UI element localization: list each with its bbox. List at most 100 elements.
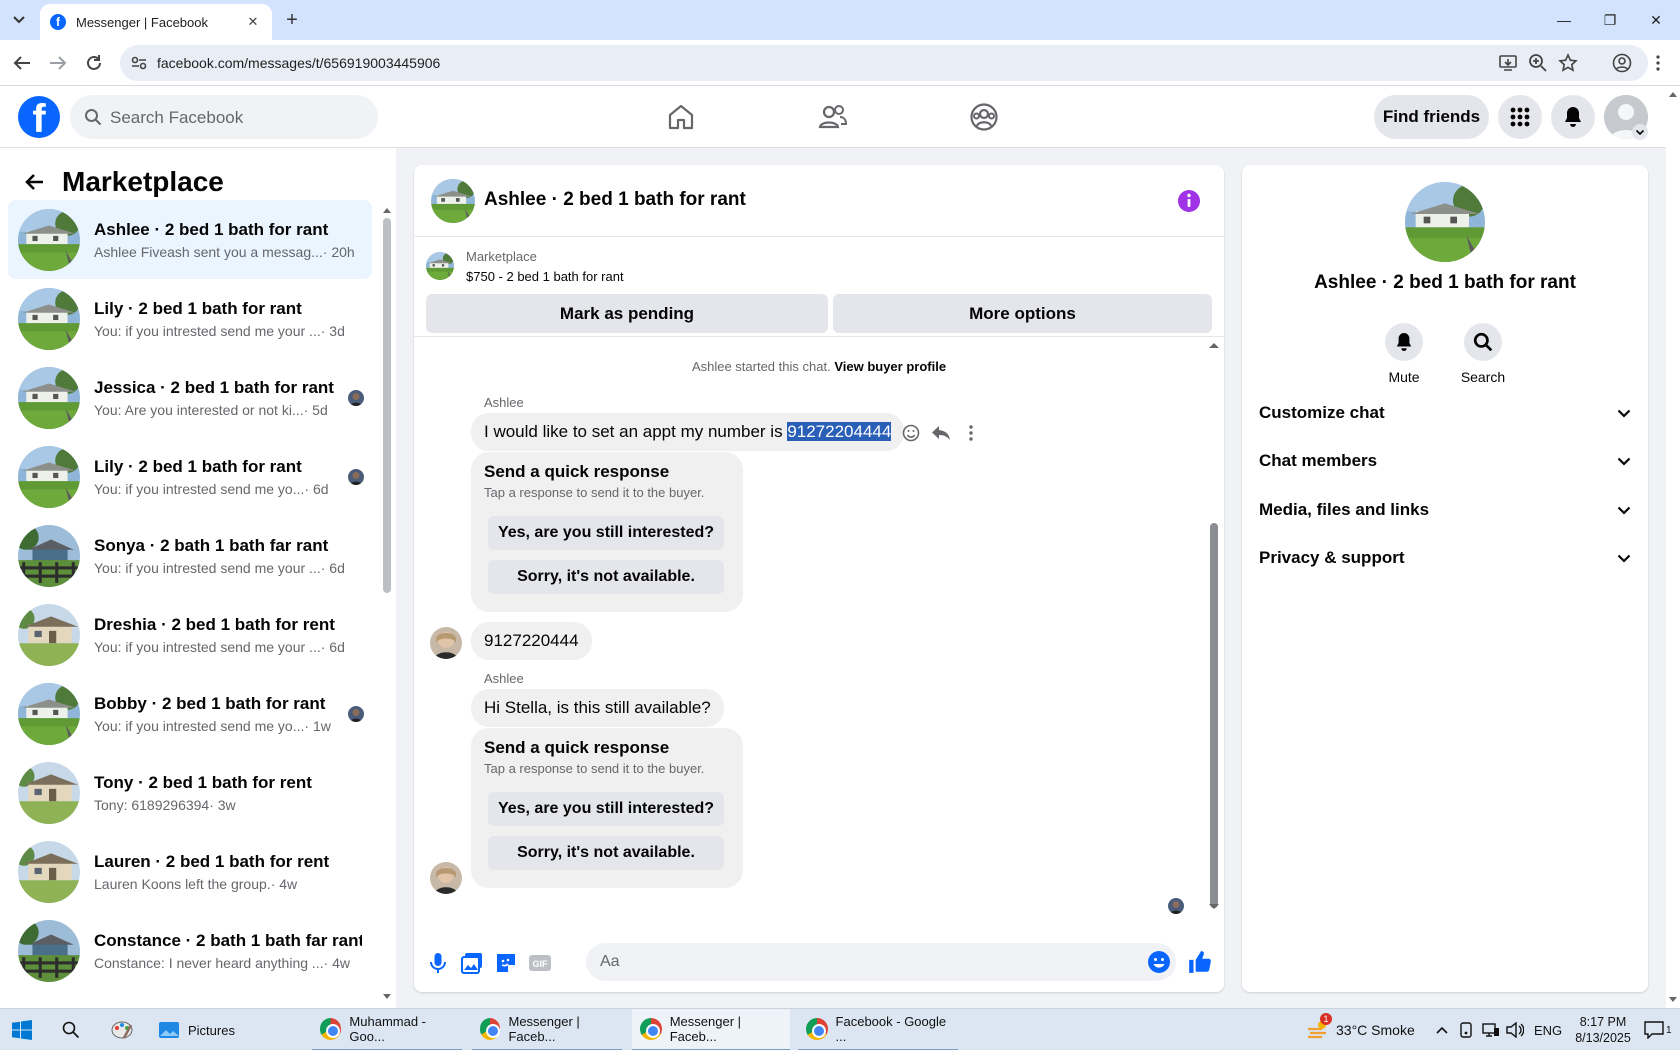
microphone-icon[interactable] <box>426 951 450 975</box>
menu-button[interactable] <box>1498 95 1542 139</box>
scroll-up-icon[interactable] <box>1668 90 1678 98</box>
sender-avatar[interactable] <box>430 627 462 659</box>
address-bar[interactable]: facebook.com/messages/t/656919003445906 <box>120 45 1648 81</box>
volume-button[interactable] <box>1506 1009 1524 1050</box>
browser-menu-button[interactable] <box>1646 51 1670 75</box>
scroll-down-icon[interactable] <box>1668 996 1678 1004</box>
view-buyer-profile-link[interactable]: View buyer profile <box>834 359 946 374</box>
page-scrollbar[interactable] <box>1666 86 1680 1008</box>
quick-reply-interested-button[interactable]: Yes, are you still interested? <box>488 516 724 550</box>
minimize-button[interactable]: — <box>1541 6 1587 34</box>
message-bubble[interactable]: 9127220444 <box>471 622 592 660</box>
emoji-icon[interactable] <box>1147 950 1171 974</box>
scroll-down-icon[interactable] <box>1208 903 1220 911</box>
taskbar-search-button[interactable] <box>62 1009 80 1050</box>
listing-thumbnail[interactable] <box>426 252 454 280</box>
conversation-item[interactable]: Sonya · 2 bath 1 bath far rant You: if yo… <box>8 516 372 595</box>
taskbar-app-chrome-2[interactable]: Messenger | Faceb... <box>472 1009 622 1050</box>
like-thumbs-up-icon[interactable] <box>1187 949 1213 975</box>
paint-app-button[interactable] <box>110 1009 134 1050</box>
network-button[interactable] <box>1482 1009 1500 1050</box>
chat-scrollbar[interactable] <box>1208 337 1220 915</box>
reload-button[interactable] <box>82 51 106 75</box>
message-bubble[interactable]: I would like to set an appt my number is… <box>471 413 905 451</box>
conversation-item[interactable]: Constance · 2 bath 1 bath far rant Consta… <box>8 911 372 990</box>
start-button[interactable] <box>12 1009 32 1050</box>
message-bubble[interactable]: Hi Stella, is this still available? <box>471 689 724 727</box>
conversation-item[interactable]: Lily · 2 bed 1 bath for rant You: if you … <box>8 437 372 516</box>
more-message-options-button[interactable] <box>961 423 981 443</box>
clock[interactable]: 8:17 PM 8/13/2025 <box>1570 1009 1636 1050</box>
tray-app-icon[interactable] <box>1458 1009 1474 1050</box>
chat-title[interactable]: Ashlee · 2 bed 1 bath for rant <box>484 189 746 211</box>
taskbar-app-chrome-1[interactable]: Muhammad - Goo... <box>312 1009 462 1050</box>
profile-avatar[interactable] <box>1405 182 1485 262</box>
forward-button[interactable] <box>46 51 70 75</box>
privacy-support-section[interactable]: Privacy & support <box>1259 538 1631 578</box>
friends-icon[interactable] <box>817 101 849 133</box>
conversation-item[interactable]: Jessica · 2 bed 1 bath for rant You: Are … <box>8 358 372 437</box>
more-options-button[interactable]: More options <box>833 294 1212 333</box>
conversation-scrollbar[interactable] <box>382 206 392 1001</box>
quick-reply-not-available-button[interactable]: Sorry, it's not available. <box>488 560 724 594</box>
taskbar-app-chrome-4[interactable]: Facebook - Google ... <box>798 1009 958 1050</box>
find-friends-button[interactable]: Find friends <box>1374 95 1489 139</box>
language-indicator[interactable]: ENG <box>1534 1009 1562 1050</box>
chat-members-section[interactable]: Chat members <box>1259 441 1631 481</box>
quick-reply-not-available-button[interactable]: Sorry, it's not available. <box>488 836 724 870</box>
install-app-icon[interactable] <box>1498 53 1518 73</box>
tab-search-button[interactable] <box>6 8 32 32</box>
search-in-chat-button[interactable]: Search <box>1443 323 1523 385</box>
profile-name[interactable]: Ashlee · 2 bed 1 bath for rant <box>1242 272 1648 294</box>
weather-widget[interactable]: 1 33°C Smoke <box>1306 1009 1415 1050</box>
search-facebook-input[interactable]: Search Facebook <box>70 95 378 139</box>
listing-price[interactable]: $750 - 2 bed 1 bath for rant <box>466 269 624 284</box>
mark-as-pending-button[interactable]: Mark as pending <box>426 294 828 333</box>
sender-avatar[interactable] <box>430 862 462 894</box>
new-tab-button[interactable]: + <box>280 9 304 31</box>
react-button[interactable] <box>901 423 921 443</box>
close-tab-icon[interactable]: ✕ <box>244 13 262 31</box>
media-files-links-section[interactable]: Media, files and links <box>1259 490 1631 530</box>
reply-button[interactable] <box>931 423 951 443</box>
back-button[interactable] <box>10 51 34 75</box>
message-input[interactable]: Aa <box>586 943 1176 981</box>
scroll-up-icon[interactable] <box>1208 341 1220 349</box>
conversation-item[interactable]: Lauren · 2 bed 1 bath for rent Lauren Koo… <box>8 832 372 911</box>
conversation-item[interactable]: Dreshia · 2 bed 1 bath for rent You: if y… <box>8 595 372 674</box>
mute-button[interactable]: Mute <box>1364 323 1444 385</box>
scroll-down-icon[interactable] <box>382 993 392 1001</box>
account-chevron-icon[interactable] <box>1632 124 1648 140</box>
preview-time: · 4w <box>270 875 298 892</box>
scrollbar-thumb[interactable] <box>1210 523 1218 908</box>
notification-center-button[interactable]: 1 <box>1644 1009 1672 1050</box>
profile-button[interactable] <box>1610 51 1634 75</box>
groups-icon[interactable] <box>968 101 1000 133</box>
tray-overflow-button[interactable] <box>1436 1009 1448 1050</box>
scrollbar-thumb[interactable] <box>383 218 391 593</box>
notifications-button[interactable] <box>1551 95 1595 139</box>
home-icon[interactable] <box>665 101 697 133</box>
quick-reply-interested-button[interactable]: Yes, are you still interested? <box>488 792 724 826</box>
gif-icon[interactable]: GIF <box>528 951 552 975</box>
restore-button[interactable]: ❐ <box>1587 6 1633 34</box>
customize-chat-section[interactable]: Customize chat <box>1259 393 1631 433</box>
site-info-icon[interactable] <box>130 54 148 72</box>
conversation-item[interactable]: Tony · 2 bed 1 bath for rent Tony: 618929… <box>8 753 372 832</box>
conversation-item[interactable]: Lily · 2 bed 1 bath for rant You: if you … <box>8 279 372 358</box>
photo-gallery-icon[interactable] <box>460 951 484 975</box>
scroll-up-icon[interactable] <box>382 206 392 214</box>
bookmark-star-icon[interactable] <box>1558 53 1578 73</box>
close-window-button[interactable]: ✕ <box>1633 6 1679 34</box>
chat-avatar[interactable] <box>431 179 475 223</box>
taskbar-pictures-button[interactable]: Pictures <box>158 1009 300 1050</box>
zoom-icon[interactable] <box>1528 53 1548 73</box>
conversation-item[interactable]: Ashlee · 2 bed 1 bath for rant Ashlee Fiv… <box>8 200 372 279</box>
facebook-logo-icon[interactable]: f <box>18 96 60 138</box>
sticker-icon[interactable] <box>494 951 518 975</box>
taskbar-app-chrome-3[interactable]: Messenger | Faceb... <box>632 1009 790 1050</box>
info-icon[interactable] <box>1177 189 1201 213</box>
conversation-item[interactable]: Bobby · 2 bed 1 bath for rant You: if you… <box>8 674 372 753</box>
back-arrow-button[interactable] <box>18 166 50 198</box>
browser-tab-active[interactable]: f Messenger | Facebook ✕ <box>40 4 272 40</box>
